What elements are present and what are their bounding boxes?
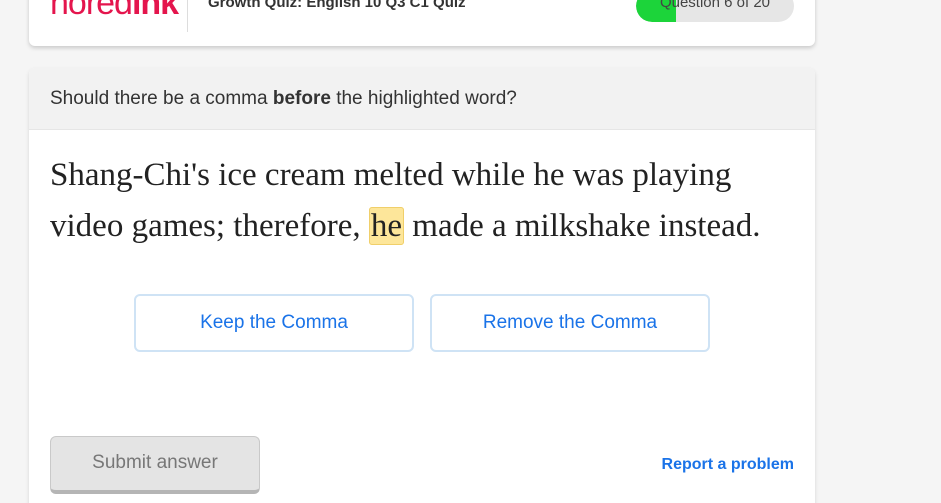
keep-comma-button[interactable]: Keep the Comma [134, 294, 414, 352]
quiz-title: Growth Quiz: English 10 Q3 C1 Quiz [208, 0, 466, 11]
highlighted-word: he [368, 207, 405, 245]
report-problem-link[interactable]: Report a problem [662, 456, 794, 474]
quiz-header: noredink Growth Quiz: English 10 Q3 C1 Q… [29, 0, 815, 46]
question-card: Should there be a comma before the highl… [29, 68, 815, 503]
passage-sentence: Shang-Chi's ice cream melted while he wa… [50, 150, 810, 252]
passage-text-end: made a milkshake instead. [404, 208, 761, 244]
logo-text-ink: ink [131, 0, 179, 22]
noredink-logo[interactable]: noredink [50, 0, 179, 22]
prompt-emphasis: before [272, 88, 331, 109]
question-prompt: Should there be a comma before the highl… [29, 68, 815, 130]
progress-indicator: Question 6 of 20 [636, 0, 794, 22]
logo-text-no: no [50, 0, 87, 22]
progress-label: Question 6 of 20 [659, 0, 771, 11]
remove-comma-button[interactable]: Remove the Comma [430, 294, 710, 352]
prompt-text-end: the highlighted word? [330, 88, 517, 109]
prompt-text-start: Should there be a comma [50, 88, 273, 109]
submit-answer-button[interactable]: Submit answer [50, 436, 260, 494]
header-divider [187, 0, 188, 32]
logo-text-red: red [85, 0, 133, 22]
